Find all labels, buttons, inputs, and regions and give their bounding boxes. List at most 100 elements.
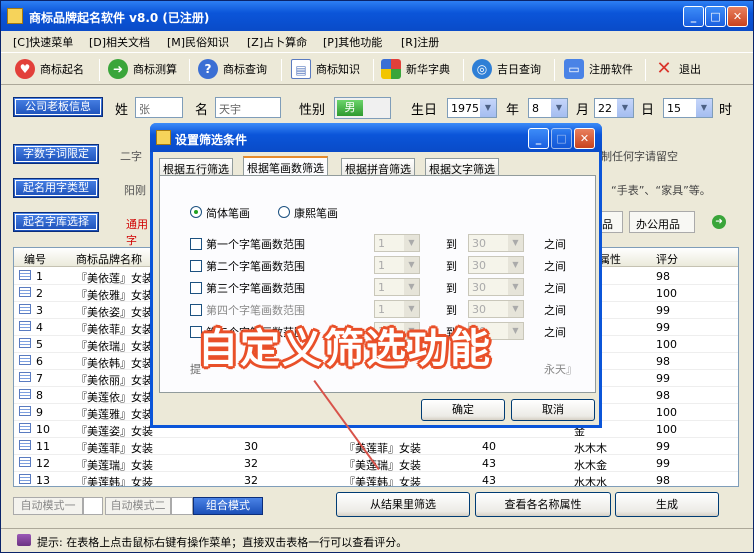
dialog-maximize-button: □ — [551, 128, 572, 149]
range-checkbox[interactable] — [190, 304, 202, 316]
surname-input[interactable]: 张 — [135, 97, 183, 118]
row-no: 10 — [36, 423, 50, 436]
range-from-select[interactable]: 1 — [374, 256, 420, 274]
mode-auto-two-toggle[interactable] — [171, 497, 193, 515]
toolbar-register-software[interactable]: ▭ 注册软件 — [564, 57, 633, 81]
row-name: 『美依瑞』女装 — [76, 340, 153, 353]
tab-five-elements[interactable]: 根据五行筛选 — [159, 158, 233, 176]
mode-auto-two[interactable]: 自动模式二 — [105, 497, 171, 515]
dialog-ok-button[interactable]: 确定 — [421, 399, 505, 421]
toolbar-brand-knowledge[interactable]: ▤ 商标知识 — [291, 57, 360, 81]
between-label: 之间 — [544, 238, 566, 251]
char-count-button[interactable]: 字数字词限定 — [13, 144, 99, 164]
toolbar-separator — [463, 59, 464, 81]
table-row[interactable]: 11 『美莲菲』女装 30 『美莲菲』女装 40 水木木 99 — [14, 438, 738, 455]
close-button[interactable]: ✕ — [727, 6, 748, 27]
range-to-select[interactable]: 30 — [468, 278, 524, 296]
row-icon — [19, 423, 31, 433]
surname-label: 姓 — [115, 103, 129, 118]
tab-text[interactable]: 根据文字筛选 — [425, 158, 499, 176]
toolbar: ♥ 商标起名 ➜ 商标测算 ? 商标查询 ▤ 商标知识 新华字典 ◎ 吉日查询 — [1, 52, 753, 85]
menu-other[interactable]: [P]其他功能 — [323, 34, 382, 50]
range-from-select[interactable]: 1 — [374, 278, 420, 296]
row-name: 『美依雅』女装 — [76, 289, 153, 302]
range-checkbox[interactable] — [190, 260, 202, 272]
row-no: 12 — [36, 457, 50, 470]
given-name-input[interactable]: 天宇 — [215, 97, 281, 118]
generate-button[interactable]: 生成 — [615, 492, 719, 517]
simplified-stroke-radio[interactable] — [190, 206, 202, 218]
birth-day-select[interactable]: 22 — [594, 98, 634, 118]
table-row[interactable]: 12 『美莲瑞』女装 32 『美莲瑞』女装 43 水木金 99 — [14, 455, 738, 472]
toolbar-brand-query[interactable]: ? 商标查询 — [198, 57, 267, 81]
gender-toggle[interactable]: 男 — [334, 97, 391, 119]
range-to-select[interactable]: 30 — [468, 234, 524, 252]
toolbar-lucky-day[interactable]: ◎ 吉日查询 — [472, 57, 541, 81]
owner-info-button[interactable]: 公司老板信息 — [13, 97, 103, 117]
menu-divination[interactable]: [Z]占卜算命 — [247, 34, 307, 50]
birth-hour-select[interactable]: 15 — [663, 98, 713, 118]
next-arrow-icon[interactable]: ➜ — [712, 215, 726, 229]
row-icon — [19, 355, 31, 365]
between-label: 之间 — [544, 260, 566, 273]
kangxi-stroke-radio[interactable] — [278, 206, 290, 218]
row-no: 7 — [36, 372, 43, 385]
menu-register[interactable]: [R]注册 — [401, 34, 439, 50]
char-type-hint: “手表”、“家具”等。 — [611, 184, 711, 197]
col-attr[interactable]: 属性 — [599, 251, 621, 267]
dialog-title-bar[interactable]: 设置筛选条件 _ □ ✕ — [150, 123, 602, 152]
tab-stroke-count[interactable]: 根据笔画数筛选 — [243, 156, 328, 176]
title-bar[interactable]: 商标品牌起名软件 v8.0 (已注册) _ □ ✕ — [1, 1, 753, 31]
menu-folk[interactable]: [M]民俗知识 — [167, 34, 229, 50]
office-supplies-tag[interactable]: 办公用品 — [629, 211, 695, 233]
col-no[interactable]: 编号 — [24, 251, 46, 267]
filter-results-button[interactable]: 从结果里筛选 — [336, 492, 470, 517]
tab-pinyin[interactable]: 根据拼音筛选 — [341, 158, 415, 176]
range-checkbox[interactable] — [190, 238, 202, 250]
hint-right: 永天』 — [544, 363, 577, 376]
mode-combine[interactable]: 组合模式 — [193, 497, 263, 515]
row-no: 11 — [36, 440, 50, 453]
toolbar-separator — [189, 59, 190, 81]
col-score[interactable]: 评分 — [656, 251, 678, 267]
char-count-hint: 制任何字请留空 — [601, 150, 678, 163]
row-score: 99 — [656, 457, 670, 470]
view-attributes-button[interactable]: 查看各名称属性 — [475, 492, 611, 517]
range-from-select[interactable]: 1 — [374, 234, 420, 252]
between-label: 之间 — [544, 282, 566, 295]
row-score: 100 — [656, 406, 677, 419]
minimize-button[interactable]: _ — [683, 6, 704, 27]
char-type-button[interactable]: 起名用字类型 — [13, 178, 99, 198]
row-icon — [19, 474, 31, 484]
dialog-cancel-button[interactable]: 取消 — [511, 399, 595, 421]
row-icon — [19, 321, 31, 331]
row-name: 『美依丽』女装 — [76, 374, 153, 387]
row-no: 13 — [36, 474, 50, 487]
status-bar: 提示: 在表格上点击鼠标右键有操作菜单；直接双击表格一行可以查看评分。 — [1, 528, 753, 552]
birth-year-select[interactable]: 1975 — [447, 98, 497, 118]
close-icon: ✕ — [656, 58, 672, 79]
range-to-select[interactable]: 30 — [468, 256, 524, 274]
toolbar-dictionary[interactable]: 新华字典 — [381, 57, 450, 81]
table-row[interactable]: 13 『美莲韩』女装 32 『美莲韩』女装 43 水木水 98 — [14, 472, 738, 487]
toolbar-brand-test[interactable]: ➜ 商标测算 — [108, 57, 177, 81]
dialog-close-button[interactable]: ✕ — [574, 128, 595, 149]
toolbar-brand-naming[interactable]: ♥ 商标起名 — [15, 57, 84, 81]
birth-month-select[interactable]: 8 — [528, 98, 568, 118]
year-unit: 年 — [506, 103, 520, 118]
char-library-button[interactable]: 起名字库选择 — [13, 212, 99, 232]
row-no: 8 — [36, 389, 43, 402]
menu-quick[interactable]: [C]快速菜单 — [13, 34, 73, 50]
row-score: 100 — [656, 423, 677, 436]
mode-auto-one[interactable]: 自动模式一 — [13, 497, 83, 515]
row-icon — [19, 440, 31, 450]
mode-auto-one-toggle[interactable] — [83, 497, 103, 515]
row-icon — [19, 304, 31, 314]
dialog-minimize-button[interactable]: _ — [528, 128, 549, 149]
maximize-button[interactable]: □ — [705, 6, 726, 27]
col-name[interactable]: 商标品牌名称 — [76, 251, 142, 267]
range-checkbox[interactable] — [190, 282, 202, 294]
menu-docs[interactable]: [D]相关文档 — [89, 34, 150, 50]
toolbar-exit[interactable]: ✕ 退出 — [654, 57, 701, 81]
row-icon — [19, 389, 31, 399]
